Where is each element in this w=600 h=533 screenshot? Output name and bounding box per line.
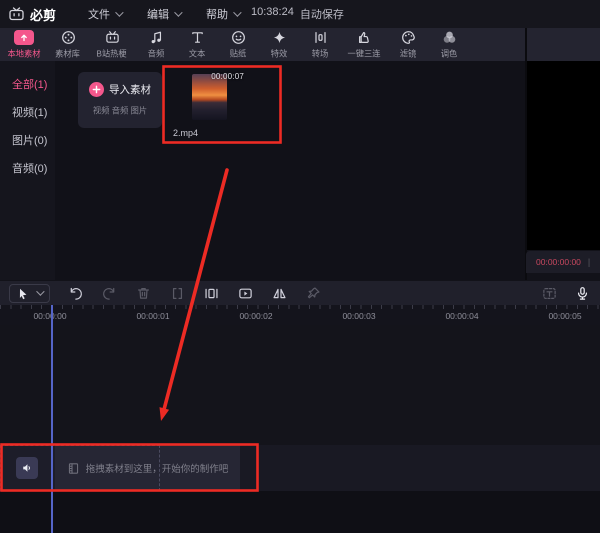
menu-file[interactable]: 文件 (88, 6, 121, 22)
transition-bars-icon (313, 30, 328, 46)
library-reel-icon (61, 30, 76, 46)
palette-icon (401, 30, 416, 46)
magic-star-icon (272, 30, 287, 46)
pin-button[interactable] (305, 285, 322, 302)
mirror-flip-button[interactable] (271, 285, 288, 302)
bijian-logo-icon (8, 7, 25, 21)
undo-button[interactable] (67, 285, 84, 302)
track-drop-zone[interactable]: 拖拽素材到这里，开始你的制作吧 (55, 445, 240, 491)
chevron-down-icon (233, 8, 241, 16)
bijian-editor-window: 必剪 文件 编辑 帮助 10:38:24 自动保存 本地素材 (0, 0, 600, 533)
tab-filter[interactable]: 滤镜 (392, 30, 424, 60)
ruler-label: 00:00:01 (136, 311, 169, 321)
ruler-label: 00:00:00 (33, 311, 66, 321)
asset-toolbar: 本地素材 素材库 B站热梗 音频 (0, 28, 600, 61)
tab-local-media[interactable]: 本地素材 (5, 30, 43, 60)
chevron-down-icon (115, 8, 123, 16)
text-recognition-button[interactable] (541, 285, 558, 302)
play-clip-button[interactable] (237, 285, 254, 302)
video-preview-panel[interactable] (527, 61, 600, 250)
tab-audio[interactable]: 音频 (140, 30, 172, 60)
preview-timecode-bar: 00:00:00:00 | (526, 251, 600, 273)
sidebar-item-audio[interactable]: 音频(0) (0, 155, 55, 183)
track-row-empty (240, 445, 600, 491)
tv-icon (105, 30, 120, 46)
main-track-row: 拖拽素材到这里，开始你的制作吧 (0, 445, 600, 491)
sidebar-item-image[interactable]: 图片(0) (0, 127, 55, 155)
playhead[interactable] (51, 305, 53, 533)
app-name: 必剪 (30, 5, 56, 24)
media-library-panel: 导入素材 视频 音频 图片 00:00:07 2.mp4 (55, 61, 525, 280)
timeline-ruler[interactable]: 00:00:00 00:00:01 00:00:02 00:00:03 00:0… (0, 305, 600, 325)
ruler-label: 00:00:02 (239, 311, 272, 321)
menu-edit[interactable]: 编辑 (147, 6, 180, 22)
tab-color-grading[interactable]: 调色 (433, 30, 465, 60)
ruler-label: 00:00:05 (548, 311, 581, 321)
microphone-button[interactable] (574, 285, 591, 302)
tab-bilibili-trends[interactable]: B站热梗 (93, 30, 131, 60)
film-strip-icon (67, 462, 80, 475)
text-icon (190, 30, 205, 46)
cursor-icon (17, 287, 29, 300)
timecode-separator: | (588, 257, 590, 267)
clock-text: 10:38:24 (251, 6, 294, 22)
select-tool-dropdown[interactable] (9, 284, 50, 303)
tab-transition[interactable]: 转场 (304, 30, 336, 60)
autosave-status: 10:38:24 自动保存 (251, 6, 344, 22)
tab-triple-like[interactable]: 一键三连 (345, 30, 383, 60)
local-media-folder-icon (14, 30, 34, 46)
import-material-button[interactable]: 导入素材 视频 音频 图片 (78, 72, 162, 128)
color-circles-icon (442, 30, 457, 46)
ruler-label: 00:00:03 (342, 311, 375, 321)
playback-timecode: 00:00:00:00 (536, 257, 581, 267)
ruler-label: 00:00:04 (445, 311, 478, 321)
plus-icon (89, 82, 104, 97)
drop-zone-hint: 拖拽素材到这里，开始你的制作吧 (86, 461, 229, 475)
tab-sticker[interactable]: 贴纸 (222, 30, 254, 60)
menu-help[interactable]: 帮助 (206, 6, 239, 22)
import-sublabel: 视频 音频 图片 (81, 105, 158, 117)
music-note-icon (149, 30, 164, 46)
sidebar-item-all[interactable]: 全部(1) (0, 71, 55, 99)
redo-button[interactable] (101, 285, 118, 302)
thumbs-up-icon (357, 30, 372, 46)
clip-filename: 2.mp4 (173, 128, 198, 138)
media-filter-sidebar: 全部(1) 视频(1) 图片(0) 音频(0) (0, 61, 55, 280)
app-logo: 必剪 (8, 5, 62, 24)
delete-button[interactable] (135, 285, 152, 302)
timeline-lower-area (0, 491, 600, 533)
ruler-ticks (0, 305, 600, 309)
freeze-frame-button[interactable] (203, 285, 220, 302)
autosave-label: 自动保存 (300, 6, 344, 22)
timeline-toolbar-right (525, 285, 591, 302)
tab-effects[interactable]: 特效 (263, 30, 295, 60)
track-mute-button[interactable] (16, 457, 38, 479)
clip-duration-badge: 00:00:07 (211, 72, 244, 81)
tab-text[interactable]: 文本 (181, 30, 213, 60)
tab-material-library[interactable]: 素材库 (52, 30, 84, 60)
split-button[interactable] (169, 285, 186, 302)
sticker-face-icon (231, 30, 246, 46)
chevron-down-icon (36, 287, 44, 295)
track-header (0, 445, 55, 491)
title-bar: 必剪 文件 编辑 帮助 10:38:24 自动保存 (0, 0, 600, 28)
sidebar-item-video[interactable]: 视频(1) (0, 99, 55, 127)
media-clip-card[interactable]: 00:00:07 2.mp4 (168, 72, 248, 144)
import-label: 导入素材 (109, 82, 151, 97)
timeline-toolbar (0, 281, 600, 305)
chevron-down-icon (174, 8, 182, 16)
timeline-body[interactable]: 拖拽素材到这里，开始你的制作吧 (0, 325, 600, 533)
